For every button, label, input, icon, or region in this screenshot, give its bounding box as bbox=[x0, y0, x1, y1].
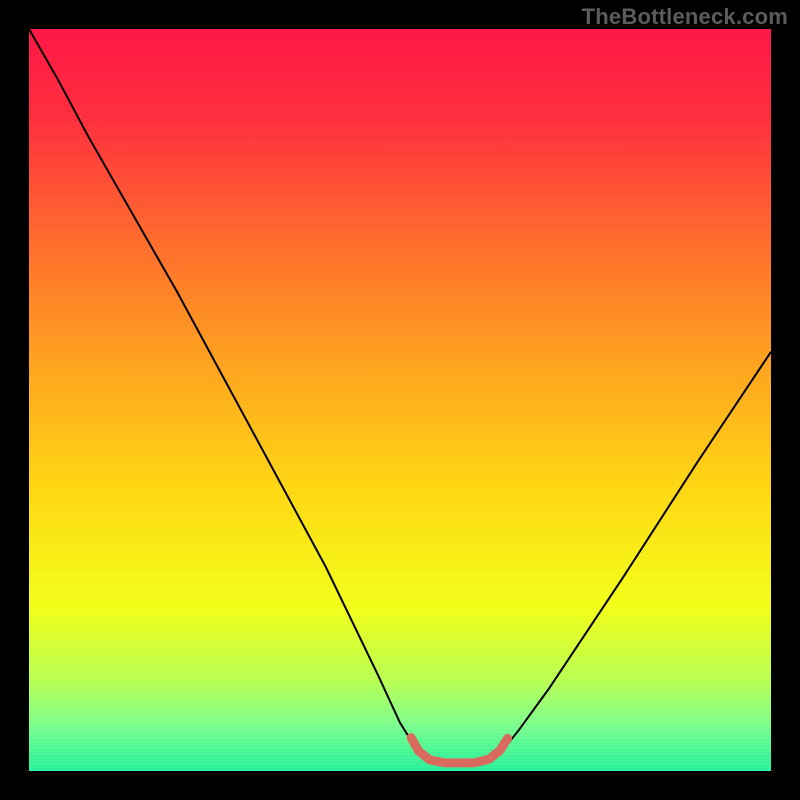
watermark-text: TheBottleneck.com bbox=[582, 4, 788, 30]
plot-area bbox=[29, 29, 771, 771]
chart-frame: TheBottleneck.com bbox=[0, 0, 800, 800]
gradient-background bbox=[29, 29, 771, 771]
chart-svg bbox=[29, 29, 771, 771]
